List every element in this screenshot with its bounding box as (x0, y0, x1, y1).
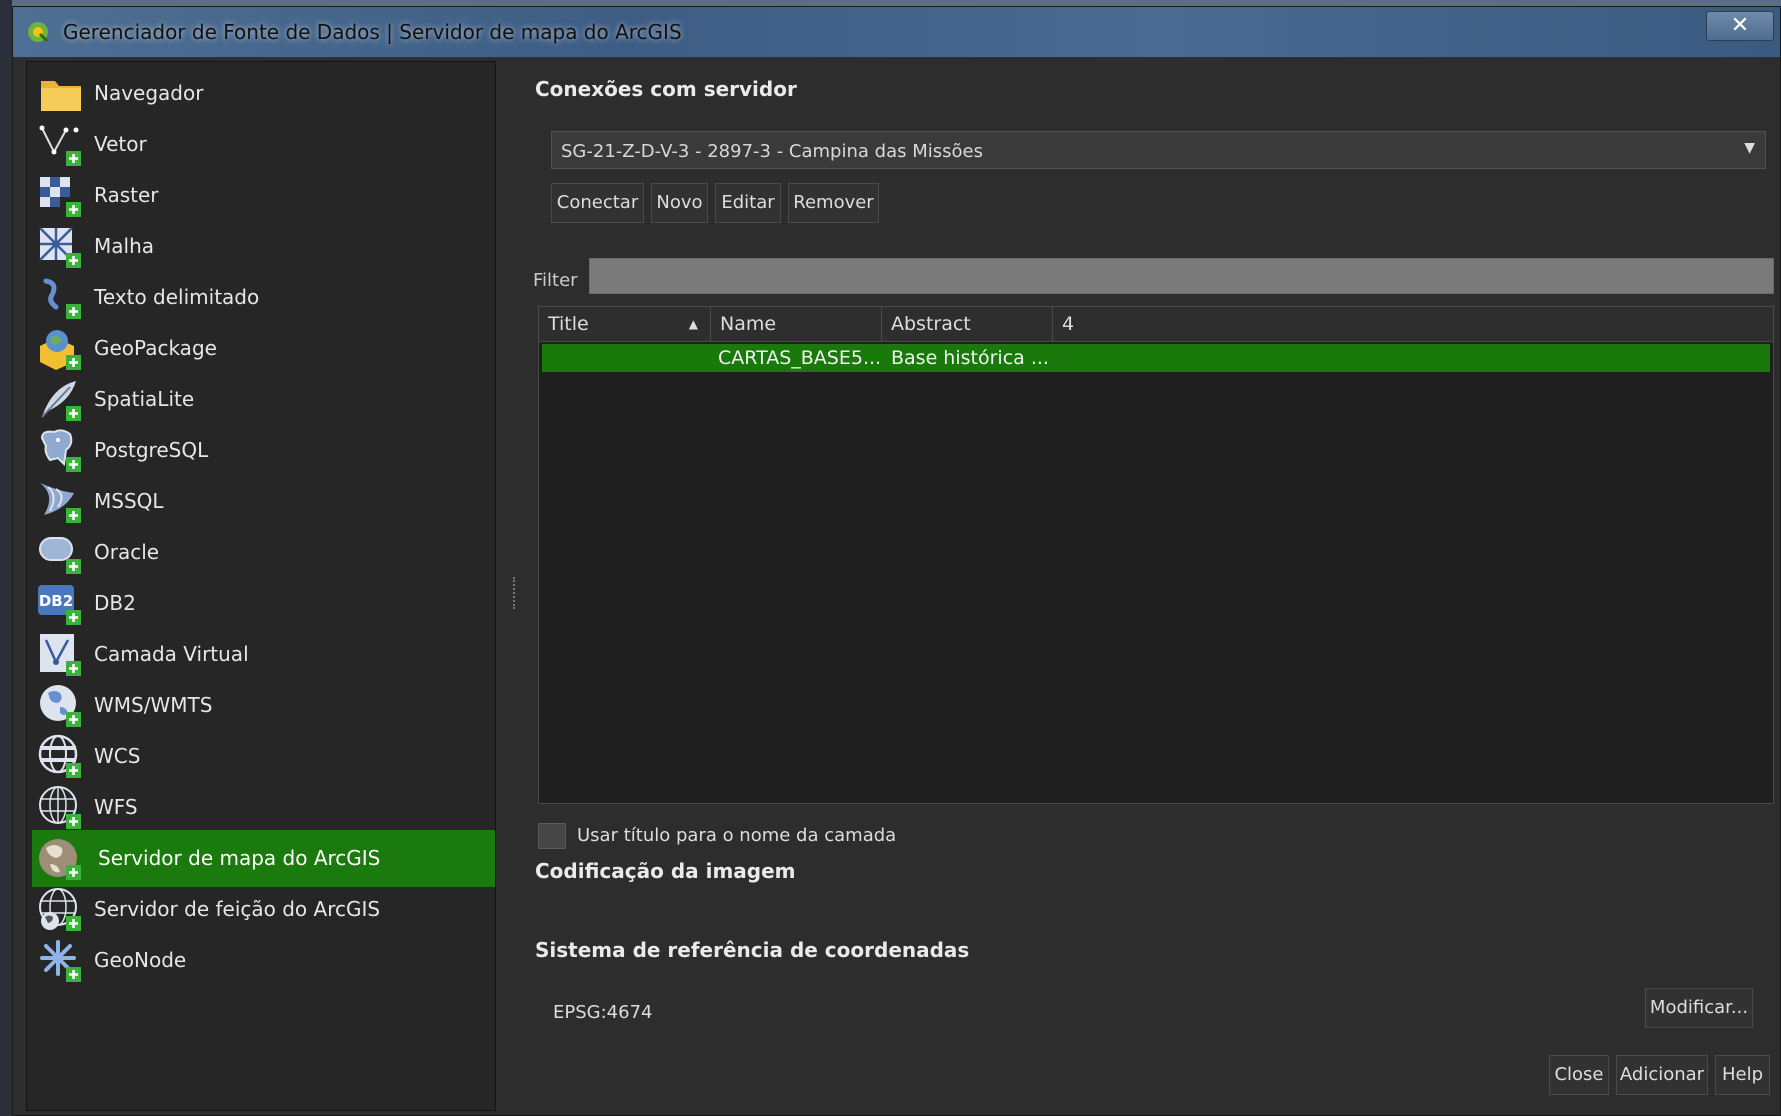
sidebar-item-vetor[interactable]: Vetor (32, 116, 495, 173)
sidebar-item-wms-wmts[interactable]: WMS/WMTS (32, 677, 495, 734)
add-button[interactable]: Adicionar (1616, 1055, 1708, 1095)
column-header-abstract[interactable]: Abstract (882, 307, 1053, 341)
spatialite-icon (41, 381, 81, 421)
remove-button[interactable]: Remover (788, 183, 879, 223)
server-connections-heading: Conexões com servidor (535, 77, 797, 101)
sidebar-item-label: Raster (94, 183, 159, 207)
window-close-button[interactable]: ✕ (1706, 11, 1774, 41)
sidebar-item-label: Camada Virtual (94, 642, 249, 666)
sidebar-item-geopackage[interactable]: GeoPackage (32, 320, 495, 377)
sidebar-item-camada-virtual[interactable]: Camada Virtual (32, 626, 495, 683)
sidebar-item-label: Navegador (94, 81, 204, 105)
close-button[interactable]: Close (1549, 1055, 1609, 1095)
sidebar-item-label: Vetor (94, 132, 147, 156)
window-title: Gerenciador de Fonte de Dados | Servidor… (63, 20, 682, 44)
vector-icon (39, 125, 81, 166)
connection-select-value: SG-21-Z-D-V-3 - 2897-3 - Campina das Mis… (561, 141, 983, 162)
column-header-name[interactable]: Name (711, 307, 882, 341)
sidebar-item-label: PostgreSQL (94, 438, 209, 462)
sidebar-item-label: Servidor de feição do ArcGIS (94, 897, 381, 921)
wfs-icon (39, 786, 81, 829)
sidebar-item-label: MSSQL (94, 489, 164, 513)
sidebar-item-raster[interactable]: Raster (32, 167, 495, 224)
sort-ascending-icon: ▲ (688, 317, 698, 331)
sidebar-item-postgresql[interactable]: PostgreSQL (32, 422, 495, 479)
svg-text:DB2: DB2 (39, 592, 73, 610)
filter-input[interactable] (589, 258, 1774, 294)
sidebar-item-label: WFS (94, 795, 138, 819)
crs-value: EPSG:4674 (553, 1002, 653, 1023)
modify-crs-button[interactable]: Modificar... (1645, 988, 1753, 1028)
sidebar-item-label: Texto delimitado (94, 285, 260, 309)
source-type-list: Navegador Vetor Raster Malha Texto delim… (26, 61, 496, 1111)
sidebar-item-navegador[interactable]: Navegador (32, 65, 495, 122)
arcgis-feature-server-icon (39, 888, 81, 931)
sidebar-item-wfs[interactable]: WFS (32, 779, 495, 836)
mesh-icon (39, 227, 81, 268)
delimited-text-icon (43, 278, 81, 319)
column-header-label: Title (548, 313, 589, 335)
sidebar-item-label: GeoNode (94, 948, 187, 972)
sidebar-item-label: Oracle (94, 540, 160, 564)
panel-splitter-handle[interactable] (513, 577, 519, 609)
virtual-layer-icon (40, 634, 81, 676)
geopackage-icon (40, 330, 81, 370)
edit-button[interactable]: Editar (715, 183, 781, 223)
db2-icon: DB2 (38, 585, 81, 625)
help-button[interactable]: Help (1715, 1055, 1770, 1095)
table-header: Title ▲ Name Abstract 4 (539, 307, 1773, 342)
table-row[interactable]: CARTAS_BASE5... Base histórica ... (542, 344, 1770, 372)
postgresql-icon (40, 429, 81, 472)
use-title-checkbox[interactable] (538, 823, 566, 849)
folder-icon (41, 81, 81, 111)
dropdown-arrow-icon: ▼ (1744, 140, 1755, 156)
geonode-icon (40, 940, 81, 982)
filter-label: Filter (533, 270, 578, 291)
wms-icon (40, 685, 81, 727)
mssql-icon (40, 483, 81, 523)
cell-abstract: Base histórica ... (891, 347, 1049, 369)
sidebar-item-texto-delimitado[interactable]: Texto delimitado (32, 269, 495, 326)
sidebar-item-label: Malha (94, 234, 154, 258)
sidebar-item-label: SpatiaLite (94, 387, 195, 411)
desktop-background (0, 0, 12, 1116)
sidebar-item-label: DB2 (94, 591, 136, 615)
raster-icon (40, 177, 81, 217)
sidebar-item-spatialite[interactable]: SpatiaLite (32, 371, 495, 428)
arcgis-map-server-icon (39, 839, 81, 880)
sidebar-item-oracle[interactable]: Oracle (32, 524, 495, 581)
sidebar-item-mssql[interactable]: MSSQL (32, 473, 495, 530)
sidebar-item-geonode[interactable]: GeoNode (32, 932, 495, 989)
column-header-4[interactable]: 4 (1053, 307, 1773, 341)
sidebar-item-arcgis-map-server[interactable]: Servidor de mapa do ArcGIS (32, 830, 495, 887)
sidebar-item-label: WCS (94, 744, 141, 768)
new-button[interactable]: Novo (651, 183, 708, 223)
crs-heading: Sistema de referência de coordenadas (535, 938, 970, 962)
use-title-label: Usar título para o nome da camada (577, 825, 897, 846)
sidebar-item-arcgis-feature-server[interactable]: Servidor de feição do ArcGIS (32, 881, 495, 938)
qgis-logo-icon (28, 22, 49, 43)
column-header-title[interactable]: Title ▲ (539, 307, 711, 341)
title-bar[interactable]: Gerenciador de Fonte de Dados | Servidor… (13, 7, 1780, 58)
image-encoding-heading: Codificação da imagem (535, 859, 796, 883)
sidebar-item-db2[interactable]: DB2 DB2 (32, 575, 495, 632)
sidebar-item-label: Servidor de mapa do ArcGIS (98, 846, 381, 870)
oracle-icon (39, 537, 81, 574)
sidebar-item-label: WMS/WMTS (94, 693, 213, 717)
cell-name: CARTAS_BASE5... (718, 347, 882, 369)
layers-table: Title ▲ Name Abstract 4 CARTAS_BASE5... … (538, 306, 1774, 804)
wcs-icon (38, 734, 81, 778)
data-source-manager-dialog: Gerenciador de Fonte de Dados | Servidor… (12, 6, 1781, 1116)
sidebar-item-malha[interactable]: Malha (32, 218, 495, 275)
connection-select[interactable]: SG-21-Z-D-V-3 - 2897-3 - Campina das Mis… (551, 131, 1766, 169)
sidebar-item-label: GeoPackage (94, 336, 217, 360)
connect-button[interactable]: Conectar (551, 183, 644, 223)
sidebar-item-wcs[interactable]: WCS (32, 728, 495, 785)
